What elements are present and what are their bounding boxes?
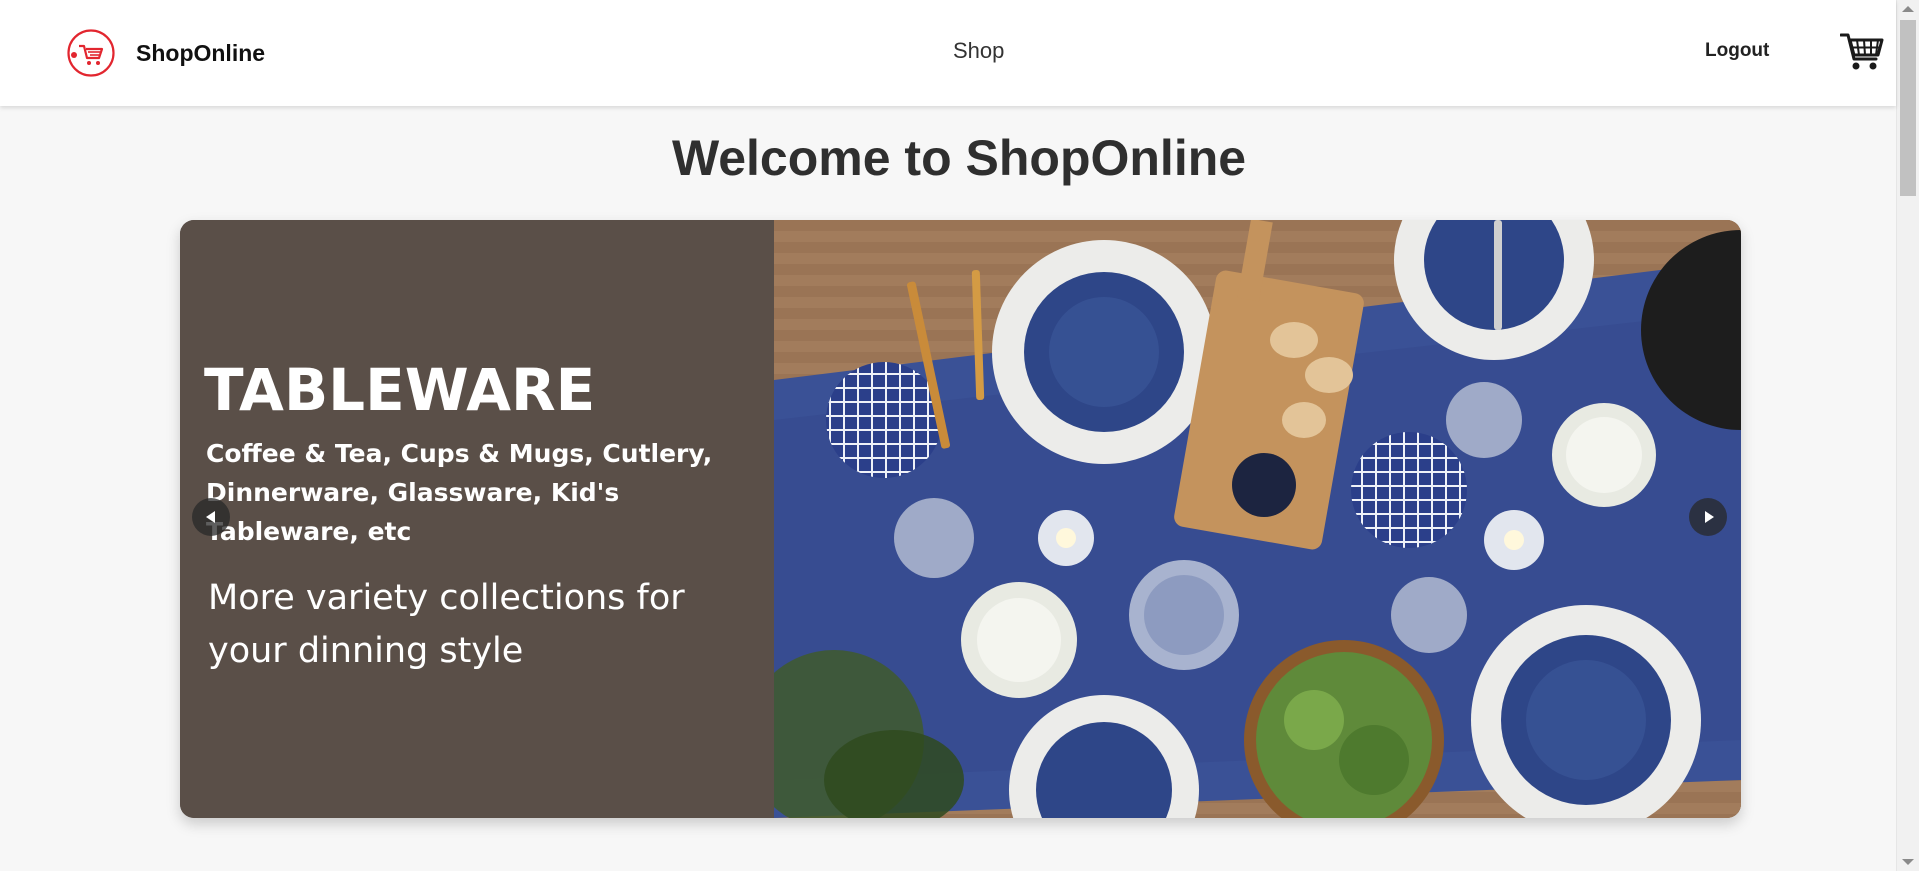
tableware-photo [774,220,1741,818]
shopping-cart-logo-icon [67,29,115,77]
page-title: Welcome to ShopOnline [671,130,1247,186]
slide-tagline: More variety collections for your dinnin… [208,578,685,671]
brand-name: ShopOnline [136,39,266,66]
top-header: ShopOnline Shop Logout [0,0,1896,106]
hero-carousel[interactable]: TABLEWARE Coffee & Tea, Cups & Mugs, Cut… [180,220,1741,818]
slide-subheading: Coffee & Tea, Cups & Mugs, Cutlery, Dinn… [206,439,713,546]
triangle-left-icon [205,511,215,523]
scrollbar-thumb[interactable] [1900,20,1916,196]
scroll-up-arrow-icon[interactable] [1902,6,1914,12]
brand[interactable]: ShopOnline [66,28,265,78]
logout-button[interactable]: Logout [1705,40,1769,62]
carousel-next-button[interactable] [1689,498,1727,536]
nav-link-shop[interactable]: Shop [953,38,1004,64]
triangle-right-icon [1704,511,1714,523]
shopping-cart-icon[interactable] [1840,30,1884,72]
page-scrollbar[interactable] [1896,0,1919,871]
scroll-down-arrow-icon[interactable] [1902,859,1914,865]
slide-heading: TABLEWARE [204,356,596,424]
slide-text-panel: TABLEWARE Coffee & Tea, Cups & Mugs, Cut… [180,220,774,818]
carousel-prev-button[interactable] [192,498,230,536]
